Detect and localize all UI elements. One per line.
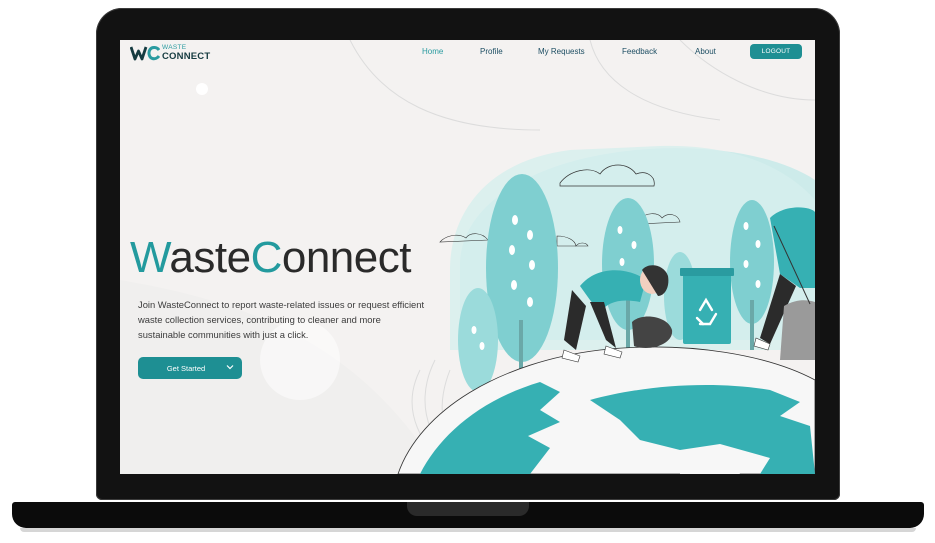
get-started-button[interactable]: Get Started (138, 357, 242, 379)
logout-button[interactable]: LOGOUT (750, 44, 802, 59)
hero-title-w: W (130, 233, 170, 282)
nav-item-about[interactable]: About (695, 47, 716, 56)
website-screen: WASTE CONNECT Home Profile My Requests F… (120, 40, 815, 474)
nav-item-profile[interactable]: Profile (480, 47, 503, 56)
wc-logo-icon (130, 46, 160, 61)
laptop-notch (407, 502, 529, 516)
hero-title-onnect: onnect (281, 233, 412, 282)
hero-title-aste: aste (169, 233, 251, 282)
chevron-down-icon (226, 365, 234, 370)
site-logo[interactable]: WASTE CONNECT (130, 43, 210, 63)
logo-text-bottom: CONNECT (162, 50, 211, 62)
nav-item-home[interactable]: Home (422, 47, 443, 56)
hero-description: Join WasteConnect to report waste-relate… (138, 299, 425, 340)
hero-title: WasteConnect (130, 236, 411, 280)
nav-item-feedback[interactable]: Feedback (622, 47, 657, 56)
top-navbar: WASTE CONNECT Home Profile My Requests F… (120, 40, 815, 65)
get-started-label: Get Started (166, 363, 206, 373)
hero-title-c: C (250, 233, 283, 282)
nav-item-my-requests[interactable]: My Requests (538, 47, 585, 56)
laptop-foot (20, 528, 916, 532)
